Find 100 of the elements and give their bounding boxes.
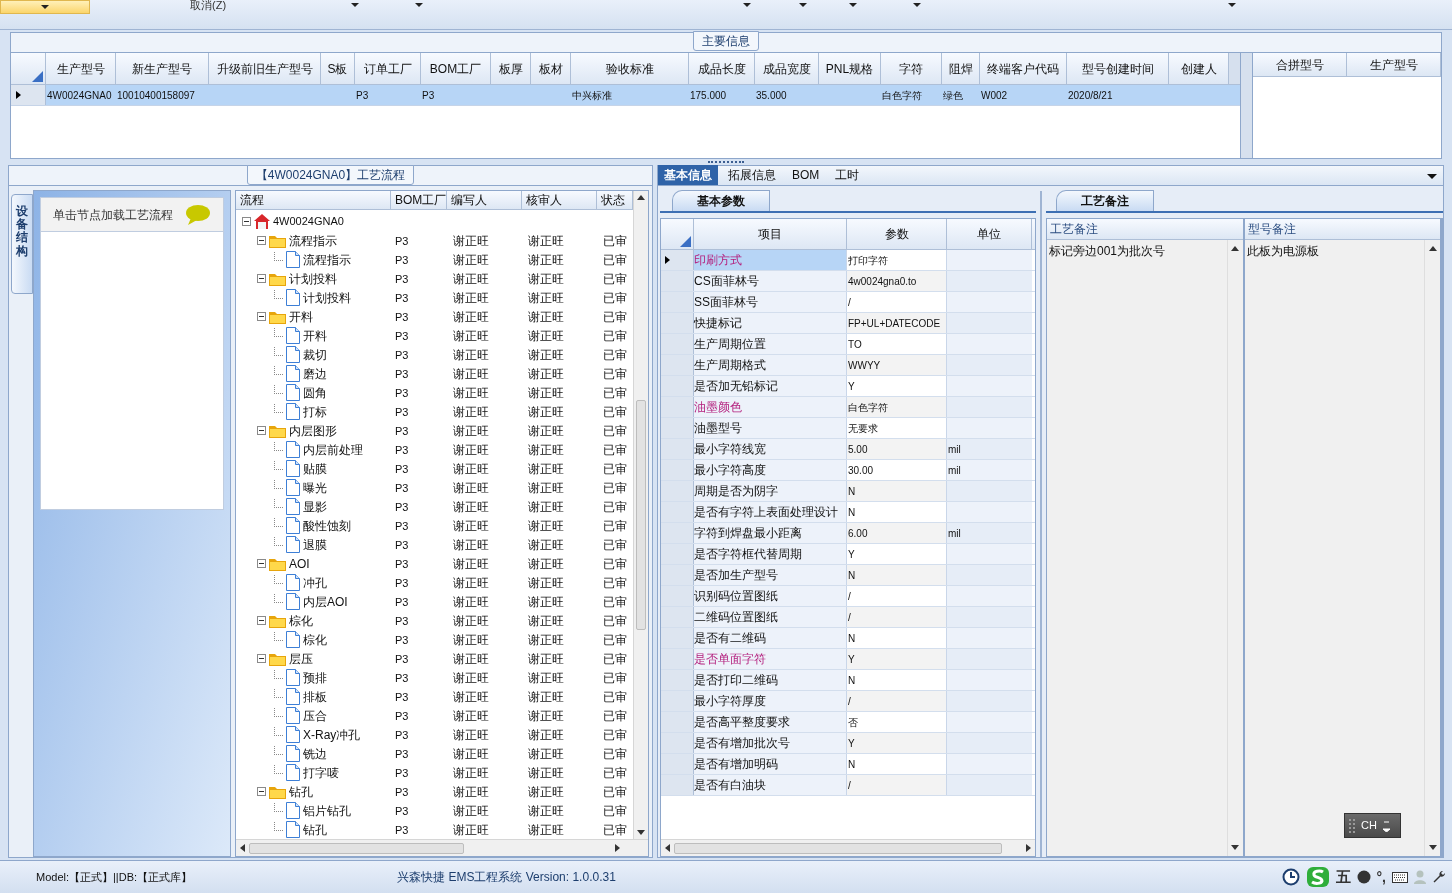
column-header[interactable]: 生产型号 bbox=[1347, 53, 1441, 76]
tree-node[interactable]: 酸性蚀刻 bbox=[303, 516, 351, 535]
scroll-right-icon[interactable] bbox=[615, 844, 620, 852]
param-value[interactable]: Y bbox=[847, 649, 947, 669]
dropdown-icon[interactable] bbox=[1427, 174, 1437, 179]
caret-icon[interactable] bbox=[1228, 3, 1237, 7]
caret-icon[interactable] bbox=[415, 3, 424, 7]
column-header[interactable]: 终端客户代码 bbox=[980, 53, 1067, 84]
caret-icon[interactable] bbox=[743, 3, 752, 7]
tree-node[interactable]: 内层前处理 bbox=[303, 440, 363, 459]
tree-node[interactable]: 铣边 bbox=[303, 744, 327, 763]
column-header[interactable]: 生产型号 bbox=[46, 53, 116, 84]
tree-node[interactable]: 计划投料 bbox=[303, 288, 351, 307]
param-value[interactable]: TO bbox=[847, 334, 947, 354]
param-value[interactable]: 无要求 bbox=[847, 418, 947, 438]
ime-widget[interactable]: CH bbox=[1344, 813, 1401, 838]
cancel-button[interactable]: 取消(Z) bbox=[190, 0, 227, 11]
column-header[interactable]: 订单工厂 bbox=[355, 53, 421, 84]
table-row[interactable]: 4W0024GNA0 10010400158097 P3 P3 中兴标准 175.000 35.000 白色字符 绿色 W002 2020/8/21 bbox=[11, 85, 1240, 106]
dot-icon[interactable] bbox=[1356, 870, 1371, 884]
horizontal-scrollbar[interactable] bbox=[661, 839, 1035, 856]
vertical-scrollbar[interactable] bbox=[633, 191, 648, 839]
wrench-icon[interactable] bbox=[1432, 870, 1446, 884]
collapse-icon[interactable] bbox=[242, 217, 251, 226]
tree-node[interactable]: 计划投料 bbox=[289, 269, 337, 288]
column-header[interactable]: 参数 bbox=[847, 219, 947, 249]
param-value[interactable]: 打印字符 bbox=[847, 250, 947, 270]
tree-node[interactable]: 铝片钻孔 bbox=[303, 801, 351, 820]
scroll-down-icon[interactable] bbox=[637, 830, 645, 835]
person-icon[interactable] bbox=[1414, 870, 1426, 884]
collapse-icon[interactable] bbox=[257, 236, 266, 245]
param-value[interactable]: N bbox=[847, 565, 947, 585]
tab[interactable]: 基本参数 bbox=[672, 190, 770, 211]
column-header[interactable]: 项目 bbox=[694, 219, 847, 249]
tree-node[interactable]: X-Ray冲孔 bbox=[303, 725, 361, 744]
tree-node[interactable]: 内层图形 bbox=[289, 421, 337, 440]
tree-node[interactable]: 钻孔 bbox=[289, 782, 313, 801]
param-value[interactable]: / bbox=[847, 586, 947, 606]
tree-node[interactable]: 贴膜 bbox=[303, 459, 327, 478]
tab[interactable]: 工艺备注 bbox=[1056, 190, 1154, 211]
column-header[interactable]: 核审人 bbox=[522, 191, 597, 209]
column-header[interactable]: BOM工厂 bbox=[421, 53, 491, 84]
param-value[interactable]: 否 bbox=[847, 712, 947, 732]
column-header[interactable]: 升级前旧生产型号 bbox=[209, 53, 321, 84]
clock-icon[interactable] bbox=[1281, 868, 1300, 886]
tab[interactable]: BOM bbox=[786, 165, 826, 185]
vertical-scrollbar[interactable] bbox=[1424, 240, 1440, 856]
tree-node[interactable]: 内层AOI bbox=[303, 592, 348, 611]
tree-node[interactable]: 冲孔 bbox=[303, 573, 327, 592]
collapse-icon[interactable] bbox=[257, 312, 266, 321]
param-value[interactable]: N bbox=[847, 502, 947, 522]
scroll-left-icon[interactable] bbox=[240, 844, 245, 852]
ime-logo-icon[interactable] bbox=[1305, 866, 1330, 888]
tab[interactable]: 基本信息 bbox=[658, 165, 718, 185]
column-header[interactable]: 成品长度 bbox=[689, 53, 755, 84]
tree-node[interactable]: 打字唛 bbox=[303, 763, 339, 782]
tree-node[interactable]: 钻孔 bbox=[303, 820, 327, 839]
tree-node[interactable]: AOI bbox=[289, 554, 310, 573]
tree-node[interactable]: 层压 bbox=[289, 649, 313, 668]
tree-node[interactable]: 棕化 bbox=[289, 611, 313, 630]
caret-icon[interactable] bbox=[849, 3, 858, 7]
tree-node[interactable]: 开料 bbox=[303, 326, 327, 345]
tree-node[interactable]: 棕化 bbox=[303, 630, 327, 649]
caret-icon[interactable] bbox=[799, 3, 808, 7]
tray-text[interactable]: °, bbox=[1376, 866, 1386, 888]
param-value[interactable]: N bbox=[847, 670, 947, 690]
memo-text[interactable]: 标记旁边001为批次号 bbox=[1049, 244, 1166, 258]
scroll-up-icon[interactable] bbox=[1231, 246, 1239, 251]
param-value[interactable]: Y bbox=[847, 544, 947, 564]
scroll-right-icon[interactable] bbox=[1026, 844, 1031, 852]
scroll-down-icon[interactable] bbox=[1428, 845, 1437, 850]
collapse-icon[interactable] bbox=[257, 274, 266, 283]
row-header[interactable] bbox=[661, 250, 694, 270]
tree-node[interactable]: 曝光 bbox=[303, 478, 327, 497]
param-value[interactable]: Y bbox=[847, 733, 947, 753]
param-value[interactable]: / bbox=[847, 775, 947, 795]
param-value[interactable]: / bbox=[847, 292, 947, 312]
side-tab[interactable]: 设备结构 bbox=[11, 194, 33, 294]
tree-node[interactable]: 磨边 bbox=[303, 364, 327, 383]
scroll-thumb[interactable] bbox=[249, 842, 464, 854]
param-value[interactable]: / bbox=[847, 691, 947, 711]
column-header[interactable]: 合拼型号 bbox=[1253, 53, 1347, 76]
column-header[interactable]: 板厚 bbox=[491, 53, 531, 84]
memo-text[interactable]: 此板为电源板 bbox=[1246, 244, 1319, 258]
column-header[interactable]: 板材 bbox=[531, 53, 571, 84]
column-header[interactable]: 编写人 bbox=[447, 191, 522, 209]
param-value[interactable]: / bbox=[847, 607, 947, 627]
keyboard-icon[interactable] bbox=[1392, 871, 1408, 883]
param-value[interactable]: 6.00 bbox=[847, 523, 947, 543]
tab[interactable]: 工时 bbox=[829, 165, 866, 185]
tree-node[interactable]: 开料 bbox=[289, 307, 313, 326]
param-value[interactable]: 4w0024gna0.to bbox=[847, 271, 947, 291]
tray-text[interactable]: 五 bbox=[1335, 865, 1351, 889]
tree-node[interactable]: 预排 bbox=[303, 668, 327, 687]
collapse-icon[interactable] bbox=[257, 426, 266, 435]
tree-node[interactable]: 显影 bbox=[303, 497, 327, 516]
param-value[interactable]: WWYY bbox=[847, 355, 947, 375]
column-header[interactable]: 单位 bbox=[947, 219, 1032, 249]
scroll-left-icon[interactable] bbox=[665, 844, 670, 852]
column-header[interactable]: 流程 bbox=[236, 191, 391, 209]
